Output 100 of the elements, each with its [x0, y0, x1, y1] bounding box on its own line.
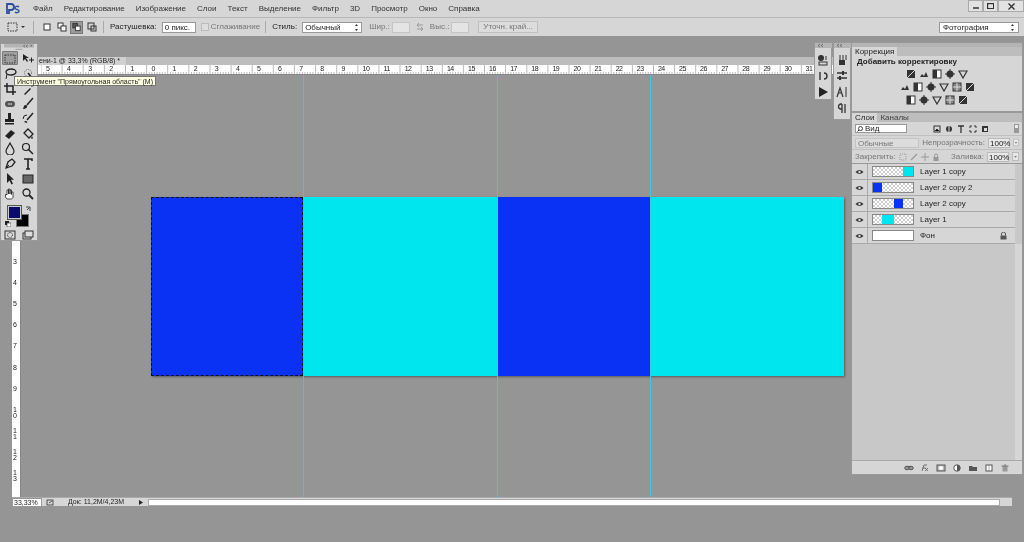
layer-filter-icon[interactable] [945, 124, 953, 133]
layer-filter-icon[interactable] [969, 124, 977, 133]
horizontal-scrollbar[interactable] [148, 498, 1000, 506]
layer-filter-icon[interactable] [933, 124, 941, 133]
layer-name: Layer 2 copy [920, 197, 966, 210]
menu-item[interactable]: Окно [417, 2, 439, 15]
adjustment-icon[interactable] [912, 82, 923, 92]
adjustment-icon[interactable] [932, 95, 942, 105]
adjustment-icon[interactable] [951, 82, 962, 92]
workspace-dropdown[interactable]: Фотография [939, 21, 1019, 33]
character-icon[interactable] [836, 86, 848, 98]
dropdown-arrows-icon [354, 22, 360, 32]
height-field[interactable] [451, 21, 470, 33]
width-field[interactable] [391, 21, 410, 33]
move-tool-icon [21, 51, 35, 65]
search-icon [857, 125, 863, 132]
adjustment-icon[interactable] [932, 69, 942, 79]
tool-button[interactable] [20, 171, 36, 186]
antialias-label: Сглаживание [210, 21, 261, 33]
minimize-button[interactable] [968, 0, 983, 12]
menu-item[interactable]: Справка [447, 2, 481, 15]
adjustment-icon[interactable] [958, 69, 968, 79]
selection-mode-icon [55, 21, 68, 33]
adjustment-icon[interactable] [919, 95, 929, 105]
panel-tab[interactable]: Коррекция [852, 47, 898, 56]
layer-filter-icon[interactable] [981, 124, 989, 133]
layer-filter-icon[interactable] [957, 124, 965, 133]
play-arrow-icon[interactable] [138, 498, 144, 506]
selection-mode-button[interactable] [85, 20, 98, 34]
marquee-preset-icon[interactable] [6, 21, 28, 33]
panel-heading: Добавить корректировку [856, 57, 958, 66]
sliders-icon[interactable] [836, 70, 848, 82]
layer-style-icon[interactable] [920, 463, 930, 472]
marquee-tool-icon [3, 51, 17, 65]
adjustment-icon[interactable] [945, 69, 955, 79]
pen-tool-icon [3, 156, 17, 170]
brush-tool-icon [21, 96, 35, 110]
close-button[interactable] [998, 0, 1024, 12]
tool-button[interactable] [20, 111, 36, 126]
layer-name: Фон [920, 229, 935, 242]
shape-tool-icon [21, 171, 35, 185]
menu-item[interactable]: Файл [32, 2, 54, 15]
adjustment-icon[interactable] [945, 95, 955, 105]
maximize-icon [987, 3, 994, 9]
menu-item[interactable]: Выделение [257, 2, 302, 15]
maximize-button[interactable] [983, 0, 998, 12]
style-label: Стиль: [265, 21, 298, 33]
adjustment-layer-icon[interactable] [952, 463, 962, 472]
foreground-color-swatch[interactable] [8, 206, 21, 220]
adjustment-icon[interactable] [938, 82, 949, 92]
width-label: Шир.: [369, 21, 390, 33]
crop-tool-icon [3, 81, 17, 95]
brush-preset-icon[interactable] [836, 54, 848, 66]
lock-label: Закрепить: [855, 150, 896, 163]
menu-item[interactable]: Просмотр [370, 2, 409, 15]
fill-label: Заливка: [951, 150, 984, 163]
paragraph-icon[interactable] [836, 102, 848, 114]
menu-item[interactable]: Слои [196, 2, 218, 15]
adjustment-icon[interactable] [906, 95, 916, 105]
default-colors-icon[interactable] [5, 221, 11, 228]
refine-edge-button[interactable]: Уточн. край... [478, 21, 538, 33]
menu-item[interactable]: Фильтр [311, 2, 340, 15]
selection-mode-icon [85, 21, 98, 33]
export-icon[interactable] [46, 498, 54, 506]
selection-mode-button[interactable] [55, 20, 68, 34]
tool-button[interactable] [2, 156, 18, 171]
swap-colors-icon[interactable] [25, 206, 31, 213]
new-layer-icon[interactable] [984, 463, 994, 472]
play-icon[interactable] [817, 86, 829, 98]
filter-toggle-icon[interactable] [1014, 124, 1019, 133]
tool-button[interactable] [20, 141, 36, 156]
dropdown-arrows-icon [1010, 22, 1015, 32]
adjustment-icon[interactable] [925, 82, 936, 92]
tool-button[interactable] [20, 186, 36, 201]
screen-mode-icon[interactable] [22, 230, 34, 240]
opacity-label: Непрозрачность: [922, 136, 985, 149]
menu-item[interactable]: 3D [348, 2, 362, 15]
menu-item[interactable]: Изображение [134, 2, 188, 15]
menu-item[interactable]: Текст [226, 2, 249, 15]
folder-icon[interactable] [968, 463, 978, 472]
history-brush-tool-icon [21, 111, 35, 125]
zoom-tool-icon [21, 186, 35, 200]
tool-button[interactable] [2, 81, 18, 96]
layer-mask-icon[interactable] [936, 463, 946, 472]
link-layers-icon[interactable] [904, 463, 914, 472]
layer-name: Layer 1 copy [920, 165, 966, 178]
feather-label: Растушевка: [103, 21, 157, 33]
hand-tool-icon [3, 186, 17, 200]
tool-button[interactable] [20, 96, 36, 111]
tool-button[interactable] [20, 51, 36, 66]
tool-button[interactable] [2, 66, 18, 81]
selection-mode-button[interactable] [70, 20, 83, 34]
height-label: Выс.: [429, 21, 450, 33]
quick-mask-icon[interactable] [4, 230, 16, 240]
layer-name: Layer 2 copy 2 [920, 181, 973, 194]
style-dropdown[interactable]: Обычный [302, 21, 363, 33]
feather-field[interactable]: 0 пикс. [161, 21, 196, 33]
bucket-tool-icon [21, 126, 35, 140]
tool-button[interactable] [2, 141, 18, 156]
menu-item[interactable]: Редактирование [62, 2, 126, 15]
